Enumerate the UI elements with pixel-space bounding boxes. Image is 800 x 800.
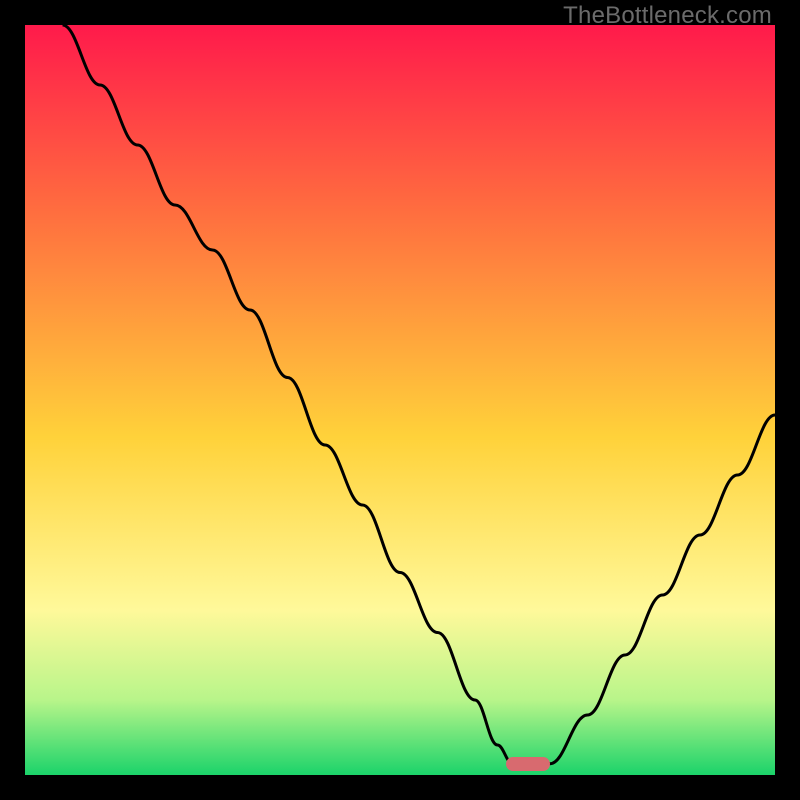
chart-background xyxy=(25,25,775,775)
optimum-marker xyxy=(506,757,550,771)
bottleneck-chart xyxy=(25,25,775,775)
chart-frame xyxy=(25,25,775,775)
